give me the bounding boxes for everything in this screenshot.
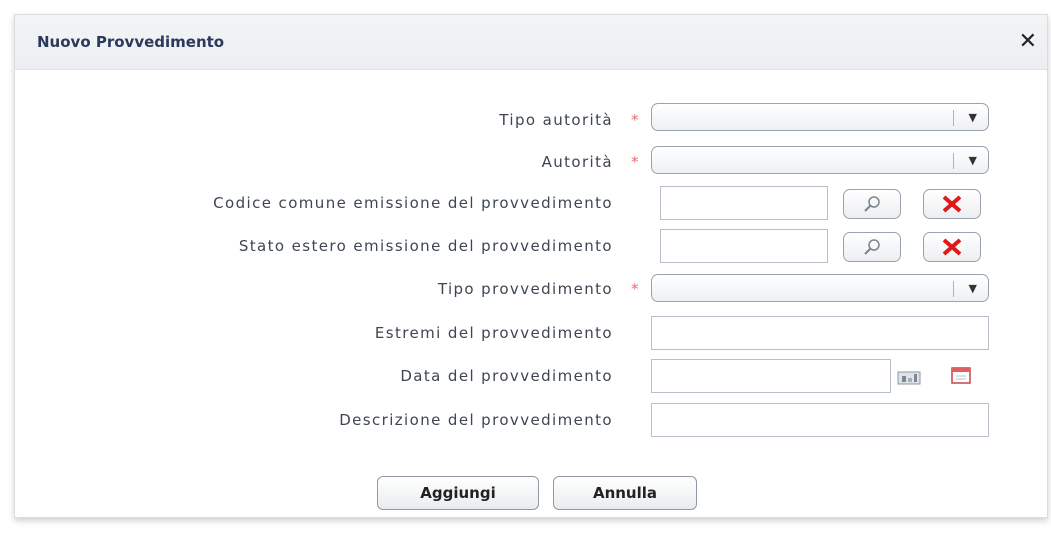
select-separator bbox=[953, 153, 954, 169]
dialog-titlebar: Nuovo Provvedimento ✕ bbox=[15, 15, 1047, 70]
data-input[interactable] bbox=[651, 359, 891, 393]
magnifier-icon bbox=[864, 196, 880, 212]
descrizione-input[interactable] bbox=[651, 403, 989, 437]
red-x-icon bbox=[942, 238, 962, 256]
dropdown-arrow-icon[interactable]: ▼ bbox=[969, 111, 977, 124]
magnifier-icon bbox=[864, 239, 880, 255]
clear-button[interactable] bbox=[923, 189, 981, 219]
codice-comune-label: Codice comune emissione del provvediment… bbox=[213, 194, 613, 212]
codice-comune-input[interactable] bbox=[660, 186, 828, 220]
dropdown-arrow-icon[interactable]: ▼ bbox=[969, 282, 977, 295]
red-x-icon bbox=[942, 195, 962, 213]
dropdown-arrow-icon[interactable]: ▼ bbox=[969, 154, 977, 167]
autorita-select[interactable]: ▼ bbox=[651, 146, 989, 174]
new-provision-dialog: Nuovo Provvedimento ✕ Tipo autorità * ▼ … bbox=[14, 14, 1048, 518]
search-button[interactable] bbox=[843, 189, 901, 219]
estremi-label: Estremi del provvedimento bbox=[374, 324, 613, 342]
required-mark: * bbox=[631, 153, 639, 171]
close-icon[interactable]: ✕ bbox=[1019, 29, 1037, 54]
date-format-icon[interactable] bbox=[897, 370, 921, 386]
autorita-label: Autorità bbox=[541, 153, 613, 171]
cancel-button[interactable]: Annulla bbox=[553, 476, 697, 510]
select-separator bbox=[953, 110, 954, 126]
data-label: Data del provvedimento bbox=[400, 367, 613, 385]
stato-estero-input[interactable] bbox=[660, 229, 828, 263]
clear-button[interactable] bbox=[923, 232, 981, 262]
tipo-autorita-select[interactable]: ▼ bbox=[651, 103, 989, 131]
search-button[interactable] bbox=[843, 232, 901, 262]
add-button[interactable]: Aggiungi bbox=[377, 476, 539, 510]
estremi-input[interactable] bbox=[651, 316, 989, 350]
select-separator bbox=[953, 281, 954, 297]
tipo-autorita-label: Tipo autorità bbox=[499, 111, 613, 129]
required-mark: * bbox=[631, 280, 639, 298]
stato-estero-label: Stato estero emissione del provvedimento bbox=[238, 237, 613, 255]
calendar-icon[interactable] bbox=[950, 365, 972, 385]
descrizione-label: Descrizione del provvedimento bbox=[339, 411, 613, 429]
required-mark: * bbox=[631, 111, 639, 129]
tipo-provvedimento-select[interactable]: ▼ bbox=[651, 274, 989, 302]
dialog-title: Nuovo Provvedimento bbox=[37, 33, 225, 51]
tipo-provvedimento-label: Tipo provvedimento bbox=[437, 280, 613, 298]
